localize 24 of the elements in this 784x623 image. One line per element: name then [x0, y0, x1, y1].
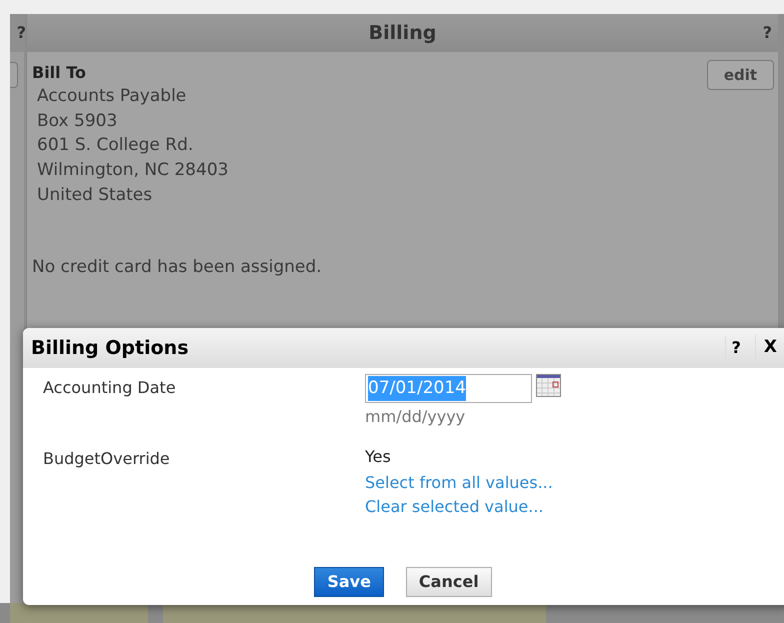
credit-card-note: No credit card has been assigned. [32, 256, 323, 279]
field-label: BudgetOverride [43, 448, 171, 470]
field-value: Yes [365, 446, 392, 468]
help-link[interactable]: ? [762, 21, 772, 45]
help-text[interactable]: ? [16, 21, 26, 45]
close-button[interactable]: X [754, 335, 777, 361]
value-link[interactable]: Select from all values... [365, 471, 553, 495]
date-format-hint: mm/dd/yyyy [365, 406, 466, 428]
value-link[interactable]: Clear selected value... [365, 495, 553, 519]
date-field[interactable]: 07/01/2014 [365, 374, 532, 403]
address-line: Box 5903 [37, 110, 118, 133]
panel-title: Billing [368, 20, 436, 46]
field-label: Accounting Date [43, 377, 177, 399]
address-line: 601 S. College Rd. [37, 134, 194, 158]
address-line: Wilmington, NC 28403 [37, 159, 230, 182]
help-link[interactable]: ? [724, 336, 741, 360]
cancel-button[interactable]: Cancel [406, 567, 492, 597]
address-line: United States [37, 184, 154, 207]
save-button[interactable]: Save [314, 567, 384, 597]
bill-to-heading: Bill To [32, 62, 86, 84]
address-line: Accounts Payable [37, 85, 188, 108]
edit-button[interactable]: edit [707, 60, 774, 90]
dialog-title: Billing Options [31, 336, 190, 361]
calendar-icon[interactable] [536, 374, 561, 397]
